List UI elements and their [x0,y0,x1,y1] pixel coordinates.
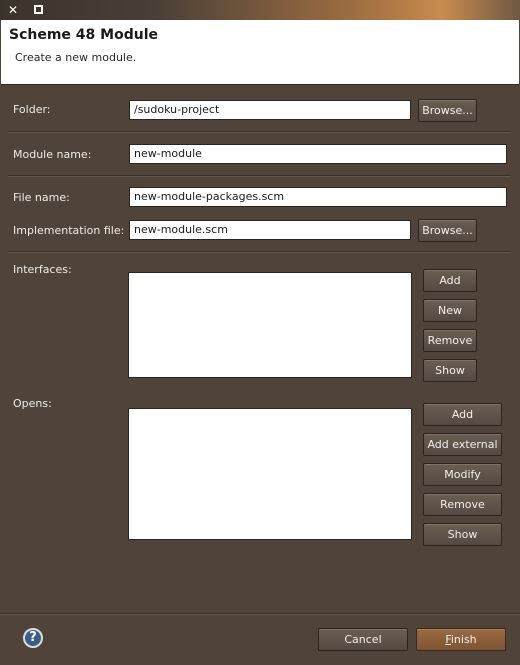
separator [8,175,511,177]
opens-list[interactable] [128,408,412,540]
cancel-button[interactable]: Cancel [318,628,408,651]
opens-modify-button[interactable]: Modify [423,463,502,486]
interfaces-show-button[interactable]: Show [423,359,477,382]
implementation-file-input[interactable]: new-module.scm [129,220,411,240]
opens-show-button[interactable]: Show [423,523,502,546]
module-name-label: Module name: [13,148,92,161]
interfaces-remove-button[interactable]: Remove [423,329,477,352]
close-window-icon[interactable]: ✕ [6,3,20,17]
window-titlebar: ✕ [0,0,520,20]
separator [8,131,511,133]
footer-separator [0,613,520,615]
finish-button[interactable]: Finish [416,628,506,651]
file-name-label: File name: [13,191,70,204]
interfaces-add-button[interactable]: Add [423,269,477,292]
wizard-header: Scheme 48 Module Create a new module. [1,20,519,85]
separator [8,251,511,253]
opens-label: Opens: [13,397,52,410]
implementation-file-label: Implementation file: [13,224,125,237]
file-name-input[interactable]: new-module-packages.scm [129,187,507,207]
implementation-browse-button[interactable]: Browse... [418,219,477,242]
interfaces-label: Interfaces: [13,263,72,276]
folder-browse-button[interactable]: Browse... [418,99,477,122]
help-icon[interactable]: ? [23,628,43,648]
wizard-description: Create a new module. [15,51,137,64]
folder-label: Folder: [13,103,51,116]
maximize-window-icon[interactable] [32,3,46,17]
opens-remove-button[interactable]: Remove [423,493,502,516]
opens-add-button[interactable]: Add [423,403,502,426]
folder-input[interactable]: /sudoku-project [129,100,411,120]
wizard-title: Scheme 48 Module [9,27,158,43]
module-name-input[interactable]: new-module [129,144,507,164]
interfaces-list[interactable] [128,272,412,378]
opens-add-external-button[interactable]: Add external [423,433,502,456]
finish-label-rest: inish [450,633,477,646]
interfaces-new-button[interactable]: New [423,299,477,322]
